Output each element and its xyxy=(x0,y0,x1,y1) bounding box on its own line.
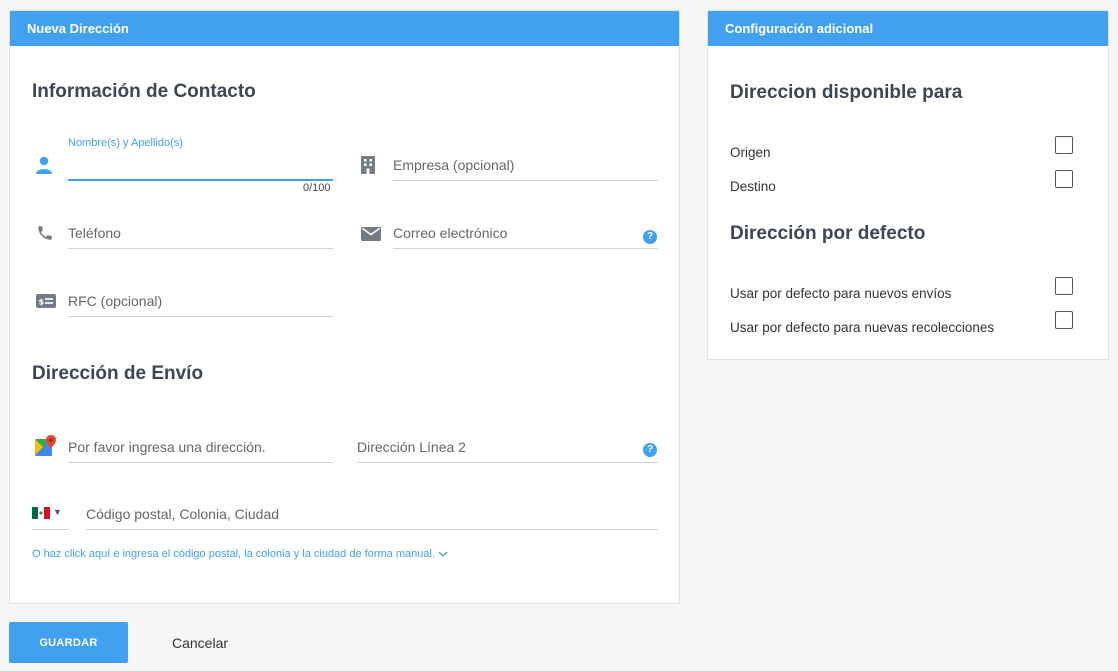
company-input[interactable]: Empresa (opcional) xyxy=(393,147,658,181)
default-address-title: Dirección por defecto xyxy=(730,223,926,244)
phone-input[interactable]: Teléfono xyxy=(68,215,333,249)
option-default-pickups-label: Usar por defecto para nuevas recoleccion… xyxy=(730,320,995,335)
email-placeholder: Correo electrónico xyxy=(393,225,508,241)
svg-text:$: $ xyxy=(39,298,45,307)
destination-checkbox[interactable] xyxy=(1055,170,1073,188)
cancel-button[interactable]: Cancelar xyxy=(150,622,250,663)
address-input[interactable]: Por favor ingresa una dirección. xyxy=(68,429,333,463)
company-placeholder: Empresa (opcional) xyxy=(393,157,515,173)
envelope-icon xyxy=(361,227,381,241)
email-help-icon[interactable]: ? xyxy=(643,230,657,244)
rfc-input[interactable]: RFC (opcional) xyxy=(68,283,333,317)
postal-input[interactable]: Código postal, Colonia, Ciudad xyxy=(86,496,658,530)
building-icon xyxy=(361,156,375,174)
new-address-card: Nueva Dirección Información de Contacto … xyxy=(9,10,680,604)
available-for-title: Direccion disponible para xyxy=(730,82,963,103)
new-address-header: Nueva Dirección xyxy=(10,11,679,46)
default-pickups-checkbox[interactable] xyxy=(1055,311,1073,329)
manual-address-link[interactable]: O haz click aquí e ingresa el código pos… xyxy=(32,548,448,560)
phone-placeholder: Teléfono xyxy=(68,225,121,241)
address-line2-input[interactable]: Dirección Línea 2 xyxy=(357,429,658,463)
chevron-down-icon: ▼ xyxy=(53,507,62,517)
address-line2-placeholder: Dirección Línea 2 xyxy=(357,439,466,455)
origin-checkbox[interactable] xyxy=(1055,136,1073,154)
address-placeholder: Por favor ingresa una dirección. xyxy=(68,439,266,455)
mexico-flag-icon xyxy=(32,507,50,519)
option-default-shipments-label: Usar por defecto para nuevos envíos xyxy=(730,286,952,301)
postal-placeholder: Código postal, Colonia, Ciudad xyxy=(86,506,280,522)
person-icon xyxy=(35,156,53,174)
address-line2-help-icon[interactable]: ? xyxy=(643,443,657,457)
chevron-down-icon xyxy=(438,551,448,558)
default-shipments-checkbox[interactable] xyxy=(1055,277,1073,295)
google-maps-icon xyxy=(35,435,57,457)
shipping-address-title: Dirección de Envío xyxy=(32,363,204,384)
save-button[interactable]: GUARDAR xyxy=(9,622,128,663)
additional-settings-card: Configuración adicional Direccion dispon… xyxy=(707,10,1109,360)
name-counter: 0/100 xyxy=(303,182,331,194)
phone-icon xyxy=(36,224,54,242)
option-destination-label: Destino xyxy=(730,179,776,194)
option-origin-label: Origen xyxy=(730,145,771,160)
rfc-placeholder: RFC (opcional) xyxy=(68,293,163,309)
email-input[interactable]: Correo electrónico xyxy=(393,215,658,249)
name-input[interactable] xyxy=(68,147,333,181)
country-selector[interactable]: ▼ xyxy=(32,496,69,530)
contact-info-title: Información de Contacto xyxy=(32,81,256,102)
id-card-icon: $ xyxy=(36,294,56,308)
additional-settings-header: Configuración adicional xyxy=(708,11,1108,46)
manual-address-link-text: O haz click aquí e ingresa el código pos… xyxy=(32,548,435,560)
